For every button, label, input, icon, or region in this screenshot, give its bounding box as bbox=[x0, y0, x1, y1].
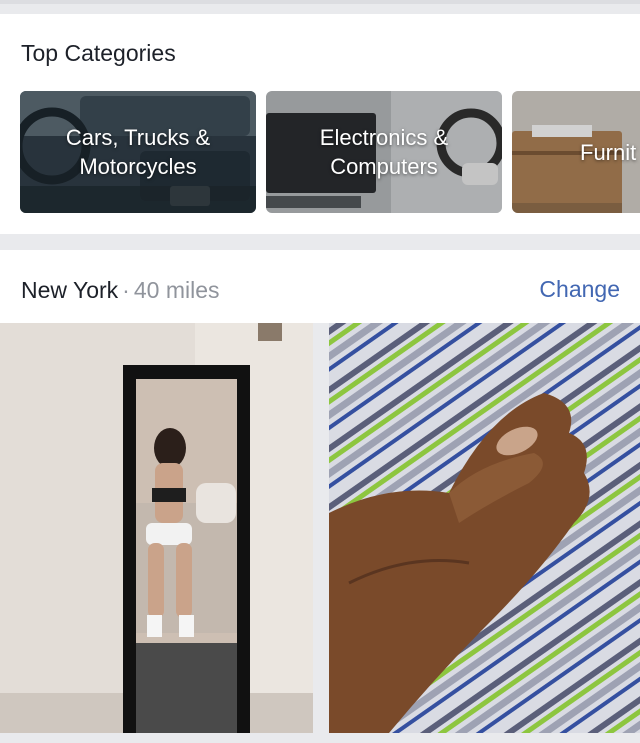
listing-photo[interactable] bbox=[0, 323, 313, 733]
location-distance: 40 miles bbox=[133, 277, 220, 303]
section-title: Top Categories bbox=[21, 40, 176, 66]
location-separator: · bbox=[122, 277, 130, 303]
category-label: Electronics & Computers bbox=[312, 123, 456, 181]
category-label-line: Electronics & bbox=[319, 125, 449, 150]
category-carousel[interactable]: Cars, Trucks & Motorcycles Electronics &… bbox=[20, 91, 640, 213]
category-label-line: Motorcycles bbox=[79, 154, 197, 179]
change-location-button[interactable]: Change bbox=[539, 276, 620, 303]
location-text: New York · 40 miles bbox=[21, 277, 220, 304]
category-tile-cars[interactable]: Cars, Trucks & Motorcycles bbox=[20, 91, 256, 213]
top-categories-section: Top Categories Cars, Trucks & Motorcycle… bbox=[0, 14, 640, 234]
listing-photo[interactable] bbox=[329, 323, 640, 733]
location-bar: New York · 40 miles Change bbox=[0, 250, 640, 323]
category-label-line: Computers bbox=[330, 154, 438, 179]
listing-image-hand bbox=[329, 323, 640, 733]
section-divider bbox=[0, 234, 640, 250]
bottom-separator bbox=[0, 733, 640, 743]
category-label: Furnit bbox=[512, 138, 640, 167]
category-tile-electronics[interactable]: Electronics & Computers bbox=[266, 91, 502, 213]
category-tile-furniture[interactable]: Furnit bbox=[512, 91, 640, 213]
listing-image-mirror bbox=[0, 323, 313, 733]
category-label-line: Furnit bbox=[580, 139, 637, 165]
top-separator bbox=[0, 0, 640, 4]
location-city: New York bbox=[21, 277, 119, 303]
category-label-line: Cars, Trucks & bbox=[65, 125, 211, 150]
category-label: Cars, Trucks & Motorcycles bbox=[58, 123, 218, 181]
